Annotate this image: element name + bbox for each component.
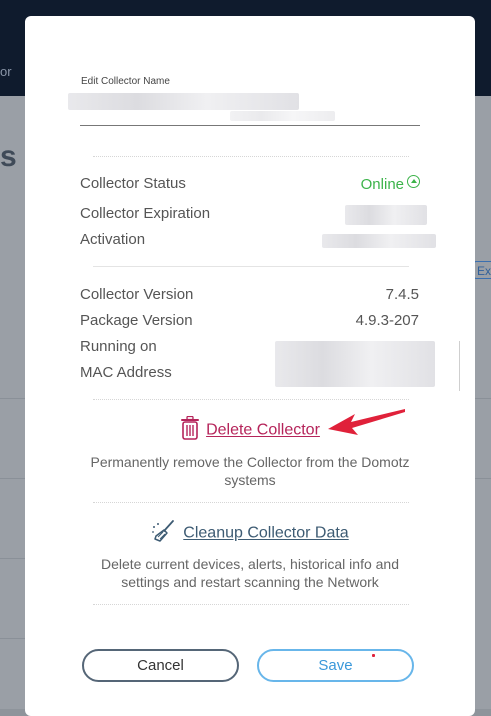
collector-status-label: Collector Status bbox=[80, 175, 186, 192]
edit-name-label: Edit Collector Name bbox=[81, 76, 170, 87]
annotation-arrow-icon bbox=[328, 409, 405, 435]
divider bbox=[93, 399, 409, 400]
cursor-marker bbox=[372, 654, 375, 657]
cancel-button[interactable]: Cancel bbox=[82, 649, 239, 682]
package-version-label: Package Version bbox=[80, 312, 193, 329]
delete-collector-action: Delete Collector bbox=[25, 415, 475, 445]
row-divider bbox=[474, 478, 491, 479]
redacted-name bbox=[230, 111, 335, 121]
row-divider bbox=[474, 398, 491, 399]
mac-address-label: MAC Address bbox=[80, 364, 172, 381]
running-on-label: Running on bbox=[80, 338, 157, 355]
row-divider bbox=[0, 638, 26, 639]
delete-collector-description: Permanently remove the Collector from th… bbox=[90, 454, 410, 488]
scroll-indicator bbox=[459, 341, 460, 391]
nav-fragment: or bbox=[0, 64, 12, 79]
activation-label: Activation bbox=[80, 231, 146, 248]
redacted-name bbox=[68, 93, 299, 110]
page-heading-fragment: s bbox=[0, 140, 17, 173]
collector-version-value: 7.4.5 bbox=[385, 286, 419, 303]
delete-collector-link[interactable]: Delete Collector bbox=[206, 422, 320, 439]
divider bbox=[93, 604, 409, 605]
save-button[interactable]: Save bbox=[257, 649, 414, 682]
collector-status-value: Online bbox=[361, 175, 420, 193]
online-arrow-icon bbox=[407, 175, 420, 188]
redacted-activation bbox=[322, 234, 436, 248]
redacted-expiration bbox=[345, 205, 427, 225]
cleanup-collector-link[interactable]: Cleanup Collector Data bbox=[183, 525, 348, 542]
redacted-running-mac bbox=[275, 341, 435, 387]
divider bbox=[93, 156, 409, 157]
broom-icon[interactable] bbox=[151, 519, 177, 548]
cleanup-collector-action: Cleanup Collector Data bbox=[25, 519, 475, 548]
divider bbox=[93, 502, 409, 503]
collector-expiration-label: Collector Expiration bbox=[80, 205, 211, 222]
row-divider bbox=[0, 558, 26, 559]
collector-settings-modal: Edit Collector Name Collector Status Onl… bbox=[25, 16, 475, 716]
online-status-text: Online bbox=[360, 176, 404, 193]
row-divider bbox=[0, 398, 26, 399]
badge-fragment: Ex bbox=[474, 261, 491, 279]
divider bbox=[93, 266, 409, 267]
package-version-value: 4.9.3-207 bbox=[355, 312, 419, 329]
trash-icon[interactable] bbox=[180, 415, 200, 445]
row-divider bbox=[0, 478, 26, 479]
cleanup-collector-description: Delete current devices, alerts, historic… bbox=[100, 556, 400, 590]
collector-version-label: Collector Version bbox=[80, 286, 194, 303]
